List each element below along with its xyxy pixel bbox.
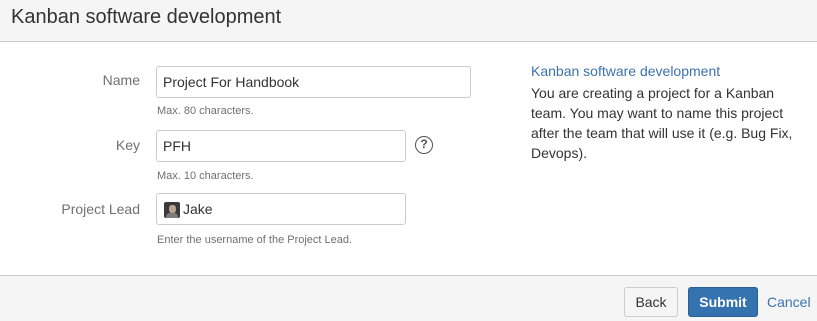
dialog-header: Kanban software development [0,0,817,42]
back-button[interactable]: Back [624,287,678,317]
template-title-link[interactable]: Kanban software development [531,62,720,80]
dialog-footer: Back Submit Cancel [0,275,817,321]
key-label: Key [115,137,140,153]
user-avatar-icon [164,202,180,218]
name-input[interactable] [156,66,471,98]
project-lead-hint: Enter the username of the Project Lead. [157,234,353,246]
name-hint: Max. 80 characters. [157,105,254,117]
project-lead-value: Jake [183,201,213,217]
key-input[interactable] [156,130,406,162]
key-hint: Max. 10 characters. [157,170,254,182]
help-question-icon[interactable]: ? [415,136,433,154]
cancel-link[interactable]: Cancel [767,287,811,317]
dialog-title: Kanban software development [11,6,282,28]
name-label: Name [102,72,140,88]
project-lead-picker[interactable]: Jake [156,193,406,225]
submit-button[interactable]: Submit [688,287,758,317]
template-description: You are creating a project for a Kanban … [531,85,793,161]
project-lead-label: Project Lead [61,201,140,217]
